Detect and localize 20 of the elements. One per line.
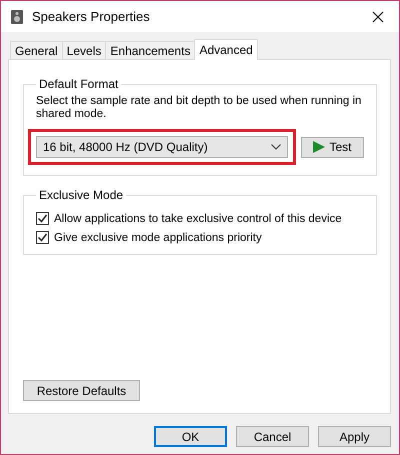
checkbox-label: Allow applications to take exclusive control of this device xyxy=(54,212,342,224)
chevron-icon xyxy=(271,144,281,150)
tab[interactable]: Advanced xyxy=(194,39,258,60)
test-button[interactable]: Test xyxy=(301,136,364,158)
dialog-button[interactable]: OK xyxy=(154,426,227,447)
format-dropdown[interactable]: 16 bit, 48000 Hz (DVD Quality) xyxy=(36,136,288,158)
restore-defaults-button[interactable]: Restore Defaults xyxy=(23,380,140,401)
dialog-button[interactable]: Apply xyxy=(318,426,391,447)
description-text: Select the sample rate and bit depth to be used when running in shared mode. xyxy=(36,95,362,121)
speaker-icon xyxy=(10,8,24,24)
group-title: Exclusive Mode xyxy=(38,188,124,202)
group-title: Default Format xyxy=(38,77,120,91)
play-icon xyxy=(313,141,326,153)
tab[interactable]: General xyxy=(10,41,63,59)
dialog-button[interactable]: Cancel xyxy=(236,426,309,447)
close-icon xyxy=(372,10,384,22)
checkbox[interactable] xyxy=(36,212,49,225)
window-title: Speakers Properties xyxy=(32,9,151,24)
checkbox-label: Give exclusive mode applications priority xyxy=(54,232,262,244)
checkbox[interactable] xyxy=(36,231,49,244)
